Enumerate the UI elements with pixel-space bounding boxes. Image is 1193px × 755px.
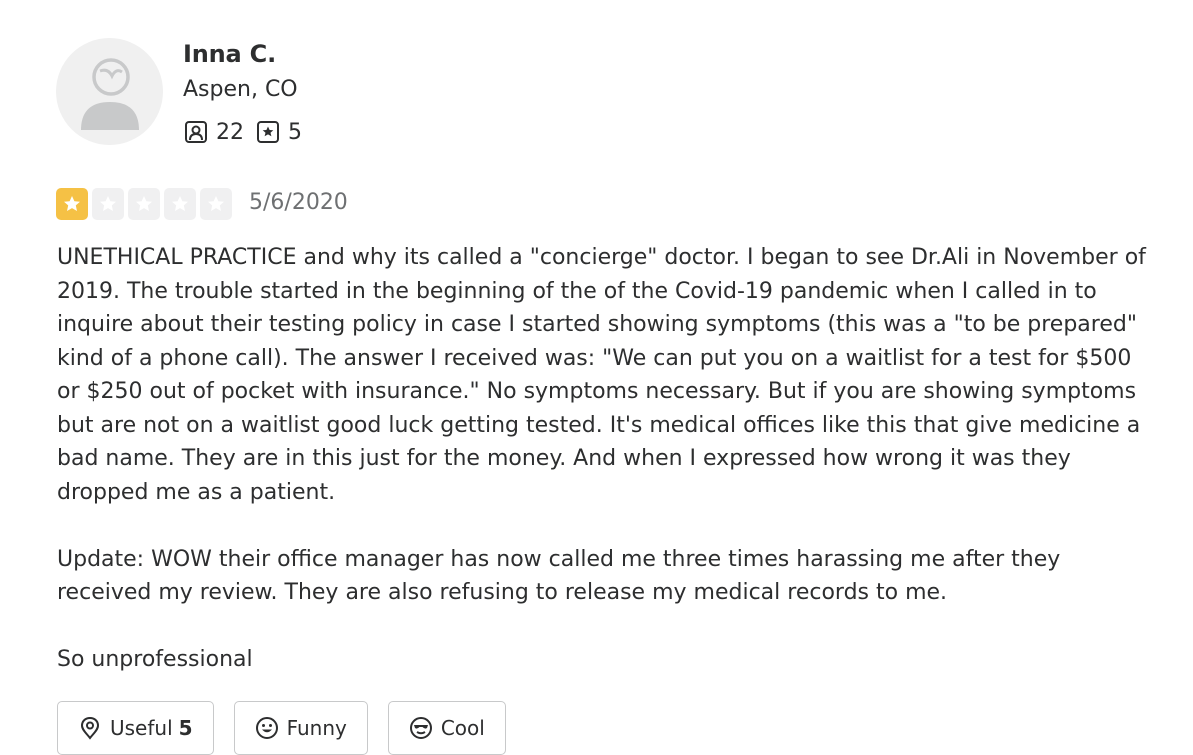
review-star-icon — [257, 121, 279, 143]
review-paragraph: UNETHICAL PRACTICE and why its called a … — [57, 245, 1146, 505]
user-location: Aspen, CO — [183, 77, 298, 102]
star-icon — [128, 188, 160, 220]
cool-button[interactable]: Cool — [387, 701, 506, 755]
useful-count: 5 — [178, 716, 193, 740]
sunglasses-icon — [409, 717, 432, 739]
cool-label: Cool — [440, 716, 485, 740]
star-icon — [56, 188, 88, 220]
funny-button[interactable]: Funny — [233, 701, 368, 755]
review-date: 5/6/2020 — [249, 190, 348, 215]
useful-label: Useful — [110, 716, 173, 740]
lightbulb-icon — [80, 716, 100, 740]
star-icon — [92, 188, 124, 220]
friends-stat: 22 — [184, 120, 244, 145]
funny-label: Funny — [286, 716, 347, 740]
user-name[interactable]: Inna C. — [183, 40, 276, 68]
review-paragraph: Update: WOW their office manager has now… — [57, 546, 1061, 606]
reviews-count: 5 — [288, 119, 302, 145]
reviews-stat: 5 — [256, 120, 302, 145]
review-text: UNETHICAL PRACTICE and why its called a … — [57, 241, 1157, 710]
review-paragraph: So unprofessional — [57, 647, 253, 672]
useful-button[interactable]: Useful 5 — [57, 701, 214, 755]
review-actions: Useful 5 Funny Cool — [57, 701, 526, 755]
friends-icon — [185, 121, 207, 143]
star-icon — [200, 188, 232, 220]
star-icon — [164, 188, 196, 220]
smile-icon — [255, 717, 278, 739]
default-user-icon — [81, 58, 139, 130]
avatar[interactable] — [56, 38, 163, 145]
friends-count: 22 — [216, 119, 244, 145]
star-rating — [56, 188, 236, 220]
user-stats: 22 5 — [184, 117, 314, 147]
